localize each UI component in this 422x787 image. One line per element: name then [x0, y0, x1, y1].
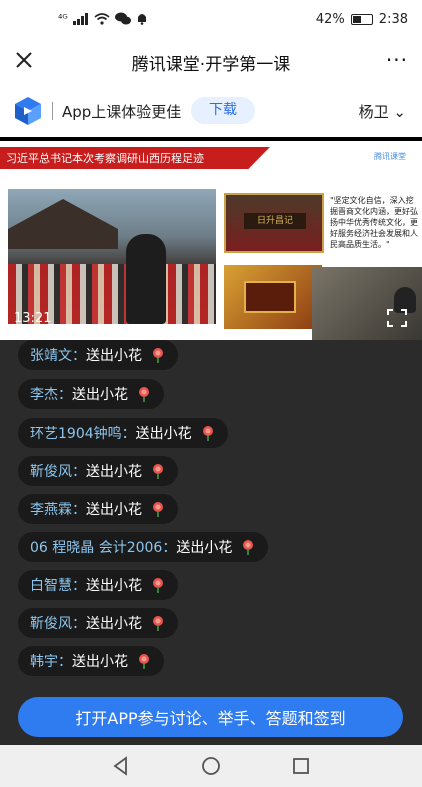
- video-player[interactable]: 习近平总书记本次考察调研山西历程足迹 腾讯课堂 日升昌记 "坚定文化自信，深入挖…: [0, 137, 422, 340]
- signal-label: ⁴ᴳ: [58, 12, 68, 25]
- battery-percent: 42%: [315, 12, 345, 27]
- flower-icon: [153, 502, 163, 517]
- message-action: 送出小花: [176, 540, 233, 556]
- artifact-box: [244, 281, 296, 313]
- sender-name: 靳俊风：: [30, 616, 86, 632]
- status-right: 42% 2:38: [316, 12, 408, 27]
- battery-icon: [350, 14, 373, 25]
- teacher-camera[interactable]: [312, 267, 422, 340]
- sender-name: 06 程晓晶 会计2006：: [30, 540, 177, 556]
- chat-message: 06 程晓晶 会计2006： 送出小花: [18, 532, 269, 562]
- message-action: 送出小花: [86, 502, 142, 518]
- recents-icon[interactable]: [290, 755, 312, 777]
- title-bar: 腾讯课堂·开学第一课 ···: [0, 40, 422, 82]
- flower-icon: [153, 348, 163, 363]
- chat-message: 靳俊风： 送出小花: [18, 608, 178, 638]
- back-icon[interactable]: [110, 755, 132, 777]
- banner-divider: [52, 102, 53, 120]
- message-action: 送出小花: [72, 387, 128, 403]
- wifi-icon: [94, 12, 110, 25]
- chat-message: 李杰： 送出小花: [18, 379, 164, 409]
- plaque-text: 日升昌记: [244, 213, 306, 229]
- sender-name: 李燕霖：: [30, 502, 86, 518]
- slide-brand-mark: 腾讯课堂: [374, 152, 406, 161]
- open-app-button[interactable]: 打开APP参与讨论、举手、答题和签到: [18, 697, 403, 737]
- fullscreen-icon[interactable]: [386, 308, 408, 328]
- video-timecode: 13:21: [14, 311, 52, 326]
- message-action: 送出小花: [86, 464, 142, 480]
- sender-name: 靳俊风：: [30, 464, 86, 480]
- notification-bell-icon: [137, 14, 146, 25]
- status-left: ⁴ᴳ: [58, 12, 148, 25]
- flower-icon: [139, 654, 149, 669]
- message-action: 送出小花: [86, 578, 142, 594]
- chat-message: 靳俊风： 送出小花: [18, 456, 178, 486]
- sender-name: 韩宇：: [30, 654, 72, 670]
- clock: 2:38: [378, 12, 408, 27]
- flower-icon: [243, 540, 254, 555]
- photo-man: [126, 234, 166, 324]
- app-banner: App上课体验更佳 下载 杨卫 ⌄: [0, 88, 422, 134]
- slide-photo-visit: [8, 189, 216, 324]
- flower-icon: [139, 387, 149, 402]
- sender-name: 张靖文：: [30, 348, 86, 364]
- message-action: 送出小花: [72, 654, 128, 670]
- user-menu[interactable]: 杨卫 ⌄: [359, 101, 406, 122]
- slide-headline: 习近平总书记本次考察调研山西历程足迹: [6, 152, 204, 165]
- chat-message: 李燕霖： 送出小花: [18, 494, 178, 524]
- flower-icon: [202, 426, 213, 441]
- home-icon[interactable]: [200, 755, 222, 777]
- download-button[interactable]: 下载: [191, 97, 255, 124]
- chat-message: 张靖文： 送出小花: [18, 340, 178, 370]
- chat-message: 白智慧： 送出小花: [18, 570, 178, 600]
- chat-message: 韩宇： 送出小花: [18, 646, 164, 676]
- slide-photo-artifact: [224, 265, 322, 329]
- wechat-icon: [114, 12, 131, 25]
- system-nav-bar: [0, 745, 422, 787]
- page-title: 腾讯课堂·开学第一课: [131, 55, 291, 75]
- message-action: 送出小花: [135, 426, 192, 442]
- app-promo-text: App上课体验更佳: [62, 103, 182, 121]
- tencent-classroom-logo: [15, 97, 41, 125]
- flower-icon: [153, 616, 163, 631]
- status-bar: ⁴ᴳ 42% 2:38: [0, 0, 422, 40]
- sender-name: 环艺1904钟鸣：: [30, 426, 136, 442]
- flower-icon: [153, 464, 163, 479]
- message-action: 送出小花: [86, 616, 142, 632]
- chat-message: 环艺1904钟鸣： 送出小花: [18, 418, 228, 448]
- flower-icon: [153, 578, 163, 593]
- signal-icon: [72, 12, 88, 25]
- slide-photo-plaque: 日升昌记: [224, 193, 324, 253]
- photo-roof: [8, 199, 118, 249]
- more-icon[interactable]: ···: [386, 48, 408, 72]
- slide-quote: "坚定文化自信，深入挖掘晋商文化内涵，更好弘扬中华优秀传统文化，更好服务经济社会…: [330, 196, 418, 249]
- sender-name: 白智慧：: [30, 578, 86, 594]
- sender-name: 李杰：: [30, 387, 72, 403]
- message-action: 送出小花: [86, 348, 142, 364]
